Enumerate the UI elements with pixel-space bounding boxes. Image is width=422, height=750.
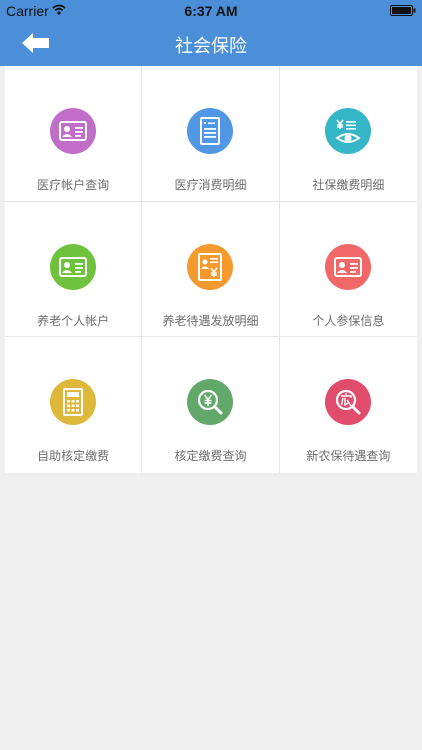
grid-item-social-insurance-payment[interactable]: 社保缴费明细: [279, 66, 417, 202]
page-title: 社会保险: [175, 36, 247, 57]
document-yuan-icon: [187, 243, 234, 290]
id-card-icon: [50, 243, 97, 290]
grid-item-rural-pension-inquiry[interactable]: 新农保待遇查询: [280, 337, 417, 473]
grid-item-label: 养老待遇发放明细: [162, 313, 259, 328]
id-card-icon: [325, 243, 372, 290]
yuan-search-icon: [187, 379, 234, 426]
grid-item-pension-account[interactable]: 养老个人帐户: [5, 201, 143, 338]
service-grid: 医疗帐户查询 医疗消费明细 社保缴费明细 养老个人帐户 养老待遇发放明细 个人参…: [5, 66, 417, 473]
nong-search-icon: [325, 379, 372, 426]
status-bar: Carrier 6:37 AM: [0, 0, 422, 22]
grid-item-self-service-payment[interactable]: 自助核定缴费: [5, 337, 143, 473]
status-time: 6:37 AM: [184, 3, 238, 19]
receipt-icon: [187, 108, 234, 154]
yuan-list-icon: [325, 108, 372, 154]
grid-item-label: 社保缴费明细: [312, 178, 385, 192]
grid-item-pension-payout-details[interactable]: 养老待遇发放明细: [142, 201, 280, 338]
id-card-icon: [50, 108, 97, 154]
grid-item-label: 养老个人帐户: [37, 313, 110, 328]
grid-item-label: 医疗消费明细: [174, 178, 247, 192]
grid-item-medical-consumption[interactable]: 医疗消费明细: [142, 66, 280, 202]
nav-bar: 社会保险: [0, 22, 422, 66]
top-bar: Carrier 6:37 AM 社会保险: [0, 0, 422, 66]
grid-item-label: 医疗帐户查询: [37, 178, 110, 192]
grid-item-personal-insurance-info[interactable]: 个人参保信息: [279, 202, 417, 338]
grid-item-label: 新农保待遇查询: [306, 449, 391, 464]
grid-item-payment-inquiry[interactable]: 核定缴费查询: [142, 337, 280, 473]
grid-item-label: 个人参保信息: [312, 313, 385, 328]
calculator-icon: [50, 379, 97, 426]
grid-item-label: 自助核定缴费: [37, 449, 110, 464]
grid-item-label: 核定缴费查询: [174, 449, 247, 464]
battery-icon: [390, 5, 416, 16]
grid-item-medical-account[interactable]: 医疗帐户查询: [5, 66, 143, 202]
